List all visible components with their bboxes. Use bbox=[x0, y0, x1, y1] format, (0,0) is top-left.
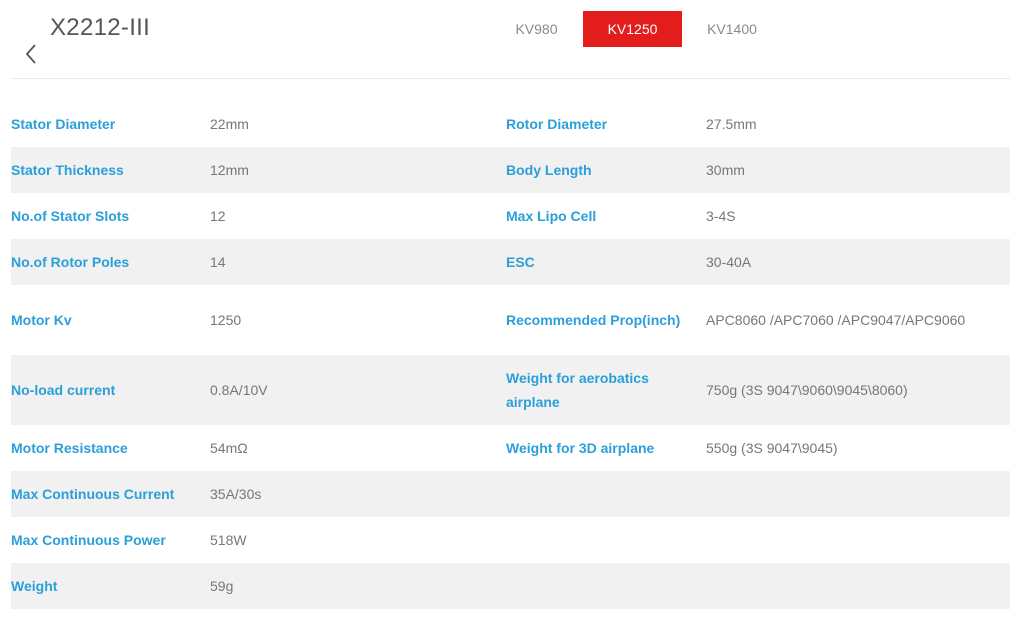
spec-label: Weight for 3D airplane bbox=[506, 440, 655, 456]
tab-kv980[interactable]: KV980 bbox=[490, 11, 583, 47]
spec-value: 1250 bbox=[210, 312, 242, 328]
kv-tabs: KV980 KV1250 KV1400 bbox=[490, 11, 782, 47]
spec-label: Recommended Prop(inch) bbox=[506, 312, 681, 328]
chevron-left-icon bbox=[25, 44, 36, 64]
spec-label: No.of Stator Slots bbox=[11, 208, 130, 224]
spec-label: Body Length bbox=[506, 162, 592, 178]
spec-label: No-load current bbox=[11, 382, 116, 398]
spec-label: Max Continuous Power bbox=[11, 532, 166, 548]
spec-value: 22mm bbox=[210, 116, 249, 132]
spec-value: APC8060 /APC7060 /APC9047/APC9060 bbox=[706, 312, 966, 328]
spec-label: ESC bbox=[506, 254, 535, 270]
spec-label: Rotor Diameter bbox=[506, 116, 608, 132]
spec-label: Weight for aerobatics airplane bbox=[506, 370, 649, 410]
header-divider bbox=[11, 78, 1010, 79]
header: X2212-III KV980 KV1250 KV1400 bbox=[0, 0, 1010, 80]
back-button[interactable] bbox=[20, 40, 42, 68]
spec-value: 12mm bbox=[210, 162, 249, 178]
spec-row: Max Continuous Current 35A/30s bbox=[11, 471, 1010, 517]
spec-row: Stator Diameter 22mm Rotor Diameter 27.5… bbox=[11, 101, 1010, 147]
spec-row: Motor Resistance 54mΩ Weight for 3D airp… bbox=[11, 425, 1010, 471]
spec-value: 14 bbox=[210, 254, 226, 270]
page-title: X2212-III bbox=[50, 14, 151, 41]
spec-value: 550g (3S 9047\9045) bbox=[706, 440, 838, 456]
spec-value: 59g bbox=[210, 578, 234, 594]
spec-label: No.of Rotor Poles bbox=[11, 254, 130, 270]
spec-label: Max Lipo Cell bbox=[506, 208, 597, 224]
spec-label: Motor Resistance bbox=[11, 440, 128, 456]
spec-row: Max Continuous Power 518W bbox=[11, 517, 1010, 563]
spec-value: 3-4S bbox=[706, 208, 736, 224]
tab-kv1250[interactable]: KV1250 bbox=[583, 11, 682, 47]
spec-label: Motor Kv bbox=[11, 312, 72, 328]
spec-value: 750g (3S 9047\9060\9045\8060) bbox=[706, 382, 908, 398]
spec-value: 35A/30s bbox=[210, 486, 262, 502]
spec-label: Stator Thickness bbox=[11, 162, 124, 178]
spec-value: 0.8A/10V bbox=[210, 382, 268, 398]
spec-row: No-load current 0.8A/10V Weight for aero… bbox=[11, 355, 1010, 425]
spec-row: No.of Stator Slots 12 Max Lipo Cell 3-4S bbox=[11, 193, 1010, 239]
spec-label: Max Continuous Current bbox=[11, 486, 175, 502]
spec-label: Stator Diameter bbox=[11, 116, 116, 132]
spec-value: 54mΩ bbox=[210, 440, 248, 456]
spec-row: Weight 59g bbox=[11, 563, 1010, 609]
spec-row: No.of Rotor Poles 14 ESC 30-40A bbox=[11, 239, 1010, 285]
spec-value: 12 bbox=[210, 208, 226, 224]
spec-value: 27.5mm bbox=[706, 116, 757, 132]
spec-label: Weight bbox=[11, 578, 58, 594]
spec-value: 30mm bbox=[706, 162, 745, 178]
spec-row: Motor Kv 1250 Recommended Prop(inch) APC… bbox=[11, 285, 1010, 355]
spec-row: Stator Thickness 12mm Body Length 30mm bbox=[11, 147, 1010, 193]
tab-kv1400[interactable]: KV1400 bbox=[682, 11, 782, 47]
spec-table: Stator Diameter 22mm Rotor Diameter 27.5… bbox=[11, 101, 1010, 609]
spec-value: 518W bbox=[210, 532, 247, 548]
spec-value: 30-40A bbox=[706, 254, 752, 270]
